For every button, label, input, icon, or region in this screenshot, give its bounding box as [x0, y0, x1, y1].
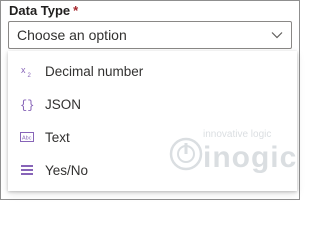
text-abc-icon: Abc — [20, 130, 34, 144]
dropdown-placeholder: Choose an option — [17, 27, 127, 43]
chevron-down-icon[interactable] — [263, 22, 291, 48]
data-type-dropdown[interactable]: Choose an option — [8, 21, 292, 49]
watermark-brand: inogic — [203, 141, 298, 174]
svg-text:{}: {} — [20, 99, 34, 112]
inogic-watermark: innovative logic inogic — [169, 117, 299, 191]
option-decimal-number[interactable]: x 2 Decimal number — [8, 56, 297, 86]
field-label: Data Type * — [9, 3, 78, 18]
option-label: Decimal number — [45, 63, 144, 79]
svg-text:Abc: Abc — [22, 136, 32, 142]
svg-text:x: x — [21, 65, 26, 75]
option-label: Yes/No — [45, 162, 89, 178]
yes-no-list-icon — [20, 163, 34, 177]
decimal-number-icon: x 2 — [20, 64, 34, 78]
required-marker: * — [73, 3, 79, 18]
option-label: Text — [45, 129, 70, 145]
watermark-tagline: innovative logic — [203, 129, 272, 140]
json-braces-icon: {} — [20, 97, 34, 112]
field-label-text: Data Type — [9, 3, 71, 18]
svg-text:2: 2 — [28, 73, 32, 78]
data-type-field-panel: Data Type * Choose an option x 2 Decimal… — [0, 0, 300, 200]
option-label: JSON — [45, 96, 82, 112]
option-json[interactable]: {} JSON — [8, 89, 297, 119]
